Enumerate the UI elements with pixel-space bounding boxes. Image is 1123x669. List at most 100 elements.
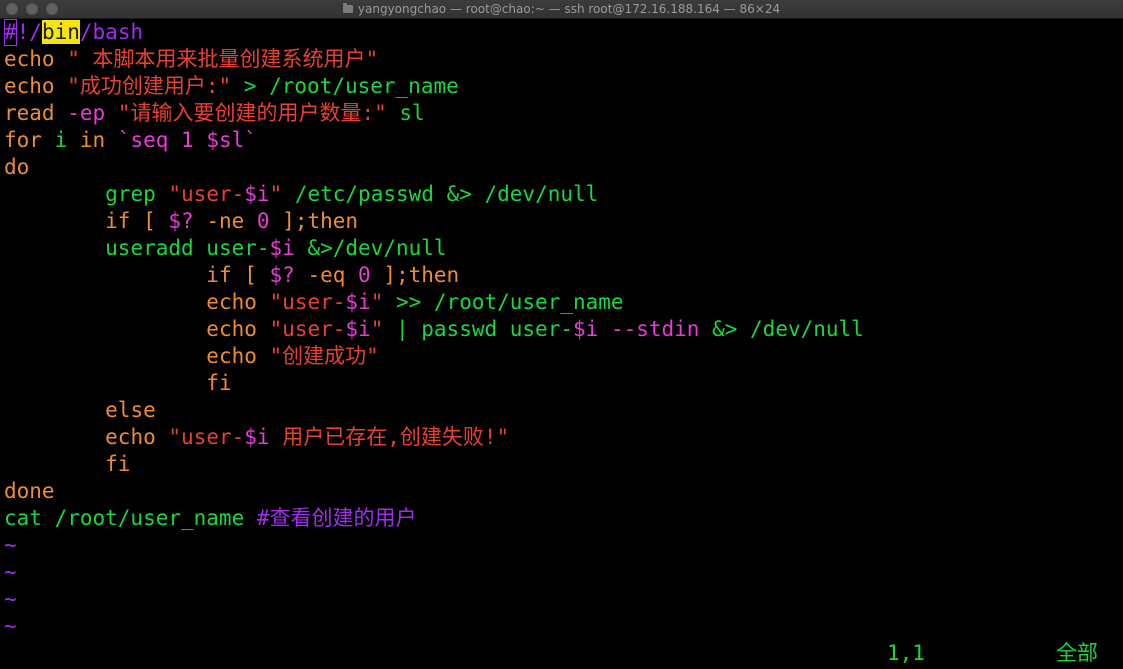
code-token: $? xyxy=(168,209,194,233)
folder-icon xyxy=(342,3,353,13)
code-token: $? xyxy=(269,263,295,287)
code-token: i xyxy=(41,128,80,152)
code-line: echo " 本脚本用来批量创建系统用户" xyxy=(4,46,1123,73)
code-token: echo xyxy=(4,47,55,71)
code-token: ];then xyxy=(269,209,359,233)
cursor-position: 1,1 xyxy=(887,641,925,665)
code-line: echo "user-$i" >> /root/user_name xyxy=(4,289,1123,316)
code-token: ];then xyxy=(370,263,460,287)
window-title-container: yangyongchao — root@chao:~ — ssh root@17… xyxy=(0,1,1123,17)
code-token: $i xyxy=(345,317,371,341)
code-token: $i xyxy=(244,182,270,206)
code-token: 用户已存在,创建失败!" xyxy=(269,425,510,449)
code-token: $i xyxy=(345,290,371,314)
code-line: for i in `seq 1 $sl` xyxy=(4,127,1123,154)
code-token: -eq xyxy=(294,263,359,287)
code-token: "user- xyxy=(168,425,245,449)
code-token: -ne xyxy=(193,209,257,233)
code-line: echo "user-$i" | passwd user-$i --stdin … xyxy=(4,316,1123,343)
code-token: $i xyxy=(573,317,599,341)
code-token: "user- xyxy=(168,182,245,206)
code-token: --stdin xyxy=(610,317,700,341)
view-indicator: 全部 xyxy=(1056,641,1098,665)
code-line: if [ $? -eq 0 ];then xyxy=(4,262,1123,289)
code-token: $i xyxy=(244,425,270,449)
code-token: &> /dev/null xyxy=(699,317,864,341)
code-token: echo xyxy=(206,290,257,314)
code-token: useradd user- xyxy=(105,236,270,260)
code-token: echo xyxy=(105,425,156,449)
code-token: "创建成功" xyxy=(269,344,379,368)
code-token: echo xyxy=(206,317,257,341)
code-token: " xyxy=(370,290,384,314)
code-token: " xyxy=(269,182,283,206)
code-token: > /root/user_name xyxy=(231,74,459,98)
empty-line-marker: ~ xyxy=(4,614,17,638)
code-token: if [ xyxy=(105,209,169,233)
code-token: 0 xyxy=(256,209,270,233)
code-token: | passwd user- xyxy=(383,317,573,341)
code-token: #查看创建的用户 xyxy=(256,506,417,530)
code-token: else xyxy=(105,398,156,422)
code-token: >> /root/user_name xyxy=(383,290,624,314)
code-token: do xyxy=(4,155,30,179)
code-token: if [ xyxy=(206,263,270,287)
terminal-window: yangyongchao — root@chao:~ — ssh root@17… xyxy=(0,0,1123,669)
search-highlight: bin xyxy=(41,20,80,44)
code-token: " xyxy=(370,317,384,341)
code-line: cat /root/user_name #查看创建的用户 xyxy=(4,505,1123,532)
code-line: if [ $? -ne 0 ];then xyxy=(4,208,1123,235)
code-line: #!/bin/bash xyxy=(4,19,1123,46)
code-token: "请输入要创建的用户数量:" xyxy=(117,101,387,125)
code-line: fi xyxy=(4,370,1123,397)
code-token: in xyxy=(79,128,106,152)
code-token: /etc/passwd &> /dev/null xyxy=(282,182,599,206)
vim-editor[interactable]: #!/bin/bash echo " 本脚本用来批量创建系统用户" echo "成功… xyxy=(4,19,1123,640)
text-cursor: # xyxy=(4,19,17,46)
code-token: "user- xyxy=(269,317,346,341)
code-token: echo xyxy=(206,344,257,368)
code-line: read -ep "请输入要创建的用户数量:" sl xyxy=(4,100,1123,127)
title-bar: yangyongchao — root@chao:~ — ssh root@17… xyxy=(0,0,1123,19)
code-token: " 本脚本用来批量创建系统用户" xyxy=(54,47,379,71)
code-token: &>/dev/null xyxy=(294,236,447,260)
code-line: fi xyxy=(4,451,1123,478)
code-line: echo "创建成功" xyxy=(4,343,1123,370)
code-token: !/ xyxy=(16,20,42,44)
code-line: grep "user-$i" /etc/passwd &> /dev/null xyxy=(4,181,1123,208)
code-token: `seq 1 $sl` xyxy=(117,128,257,152)
code-line: else xyxy=(4,397,1123,424)
empty-line-marker: ~ xyxy=(4,560,17,584)
code-token: -ep xyxy=(67,101,106,125)
code-token: fi xyxy=(206,371,232,395)
code-token: echo xyxy=(4,74,55,98)
code-token: grep xyxy=(105,182,156,206)
code-line: done xyxy=(4,478,1123,505)
empty-line-marker: ~ xyxy=(4,533,17,557)
code-token: $i xyxy=(269,236,295,260)
code-token: /bash xyxy=(79,20,144,44)
code-token: "user- xyxy=(269,290,346,314)
code-token: done xyxy=(4,479,55,503)
code-line: useradd user-$i &>/dev/null xyxy=(4,235,1123,262)
code-token: fi xyxy=(105,452,131,476)
